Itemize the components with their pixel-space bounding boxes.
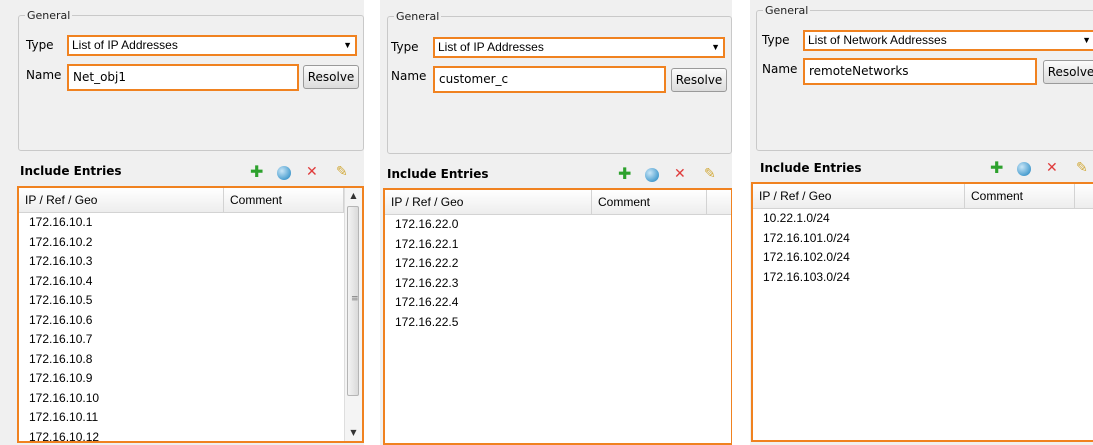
- pencil-icon[interactable]: ✎: [1076, 159, 1088, 177]
- name-input[interactable]: customer_c: [433, 66, 666, 93]
- x-icon[interactable]: ✕: [674, 165, 686, 183]
- table-row[interactable]: 172.16.10.7: [19, 330, 362, 350]
- column-header-ip[interactable]: IP / Ref / Geo: [19, 188, 224, 212]
- resolve-button[interactable]: Resolve: [671, 68, 727, 92]
- name-label: Name: [26, 68, 62, 82]
- entries-table: IP / Ref / Geo Comment 172.16.22.0 172.16…: [383, 188, 732, 445]
- table-row[interactable]: 172.16.101.0/24: [753, 229, 1093, 249]
- globe-icon[interactable]: [277, 166, 291, 180]
- entries-toolbar: ✚ ✕ ✎: [990, 159, 1093, 179]
- table-row[interactable]: 172.16.10.8: [19, 350, 362, 370]
- entries-table: IP / Ref / Geo Comment 10.22.1.0/24 172.1…: [751, 182, 1093, 442]
- column-header-ip[interactable]: IP / Ref / Geo: [385, 190, 592, 214]
- table-row[interactable]: 172.16.22.2: [385, 254, 731, 274]
- table-header: IP / Ref / Geo Comment: [19, 188, 362, 213]
- type-select[interactable]: List of IP Addresses ▼: [67, 35, 357, 56]
- name-label: Name: [762, 62, 798, 76]
- type-select-value: List of Network Addresses: [808, 33, 947, 47]
- table-row[interactable]: 172.16.10.11: [19, 408, 362, 428]
- pencil-icon[interactable]: ✎: [704, 165, 716, 183]
- table-row[interactable]: 172.16.10.9: [19, 369, 362, 389]
- table-row[interactable]: 172.16.10.2: [19, 233, 362, 253]
- table-row[interactable]: 172.16.10.12: [19, 428, 362, 442]
- address-object-panel-1: General Type List of IP Addresses ▼ Name…: [0, 0, 364, 445]
- grip-icon: ≡: [351, 294, 359, 304]
- column-header-comment[interactable]: Comment: [592, 190, 707, 214]
- type-select-value: List of IP Addresses: [72, 38, 178, 52]
- name-input[interactable]: Net_obj1: [67, 64, 299, 91]
- scrollbar-thumb[interactable]: ≡: [347, 206, 359, 396]
- scroll-down-arrow-icon[interactable]: ▼: [345, 425, 362, 441]
- entries-toolbar: ✚ ✕ ✎: [618, 165, 728, 185]
- table-row[interactable]: 172.16.10.3: [19, 252, 362, 272]
- type-label: Type: [26, 38, 54, 52]
- type-select[interactable]: List of IP Addresses ▼: [433, 37, 725, 58]
- type-label: Type: [762, 33, 790, 47]
- name-label: Name: [391, 69, 427, 83]
- column-header-comment[interactable]: Comment: [224, 188, 344, 212]
- include-entries-title: Include Entries: [20, 164, 122, 178]
- table-row[interactable]: 172.16.22.5: [385, 313, 731, 333]
- table-row[interactable]: 172.16.22.4: [385, 293, 731, 313]
- pencil-icon[interactable]: ✎: [336, 163, 348, 181]
- table-row[interactable]: 172.16.103.0/24: [753, 268, 1093, 288]
- include-entries-title: Include Entries: [760, 161, 862, 175]
- address-object-panel-3: General Type List of Network Addresses ▼…: [750, 0, 1093, 445]
- plus-icon[interactable]: ✚: [250, 163, 263, 181]
- chevron-down-icon[interactable]: ▼: [1082, 34, 1091, 47]
- table-row[interactable]: 172.16.102.0/24: [753, 248, 1093, 268]
- chevron-down-icon[interactable]: ▼: [711, 41, 720, 54]
- table-row[interactable]: 172.16.10.5: [19, 291, 362, 311]
- plus-icon[interactable]: ✚: [618, 165, 631, 183]
- table-header: IP / Ref / Geo Comment: [385, 190, 731, 215]
- entries-list: 172.16.22.0 172.16.22.1 172.16.22.2 172.16.…: [385, 215, 731, 332]
- column-header-ip[interactable]: IP / Ref / Geo: [753, 184, 965, 208]
- type-select[interactable]: List of Network Addresses ▼: [803, 30, 1093, 51]
- chevron-down-icon[interactable]: ▼: [343, 39, 352, 52]
- globe-icon[interactable]: [645, 168, 659, 182]
- address-object-panel-2: General Type List of IP Addresses ▼ Name…: [380, 0, 732, 445]
- include-entries-title: Include Entries: [387, 167, 489, 181]
- entries-toolbar: ✚ ✕ ✎: [250, 163, 360, 183]
- type-label: Type: [391, 40, 419, 54]
- x-icon[interactable]: ✕: [306, 163, 318, 181]
- column-header-comment[interactable]: Comment: [965, 184, 1075, 208]
- resolve-button[interactable]: Resolve: [303, 65, 359, 89]
- general-legend: General: [27, 9, 71, 22]
- entries-list: 10.22.1.0/24 172.16.101.0/24 172.16.102.0/…: [753, 209, 1093, 287]
- table-row[interactable]: 172.16.10.1: [19, 213, 362, 233]
- entries-list: 172.16.10.1 172.16.10.2 172.16.10.3 172.16.…: [19, 213, 362, 442]
- x-icon[interactable]: ✕: [1046, 159, 1058, 177]
- table-row[interactable]: 172.16.22.3: [385, 274, 731, 294]
- name-input[interactable]: remoteNetworks: [803, 58, 1037, 85]
- table-row[interactable]: 172.16.22.1: [385, 235, 731, 255]
- globe-icon[interactable]: [1017, 162, 1031, 176]
- table-row[interactable]: 172.16.10.4: [19, 272, 362, 292]
- table-row[interactable]: 10.22.1.0/24: [753, 209, 1093, 229]
- vertical-scrollbar[interactable]: ▲ ≡ ▼: [344, 188, 362, 441]
- entries-table: IP / Ref / Geo Comment 172.16.10.1 172.16…: [17, 186, 364, 443]
- plus-icon[interactable]: ✚: [990, 159, 1003, 177]
- general-legend: General: [765, 4, 809, 17]
- scroll-up-arrow-icon[interactable]: ▲: [345, 188, 362, 204]
- table-row[interactable]: 172.16.10.10: [19, 389, 362, 409]
- resolve-button[interactable]: Resolve: [1043, 60, 1093, 84]
- table-row[interactable]: 172.16.22.0: [385, 215, 731, 235]
- type-select-value: List of IP Addresses: [438, 40, 544, 54]
- table-header: IP / Ref / Geo Comment: [753, 184, 1093, 209]
- general-legend: General: [396, 10, 440, 23]
- table-row[interactable]: 172.16.10.6: [19, 311, 362, 331]
